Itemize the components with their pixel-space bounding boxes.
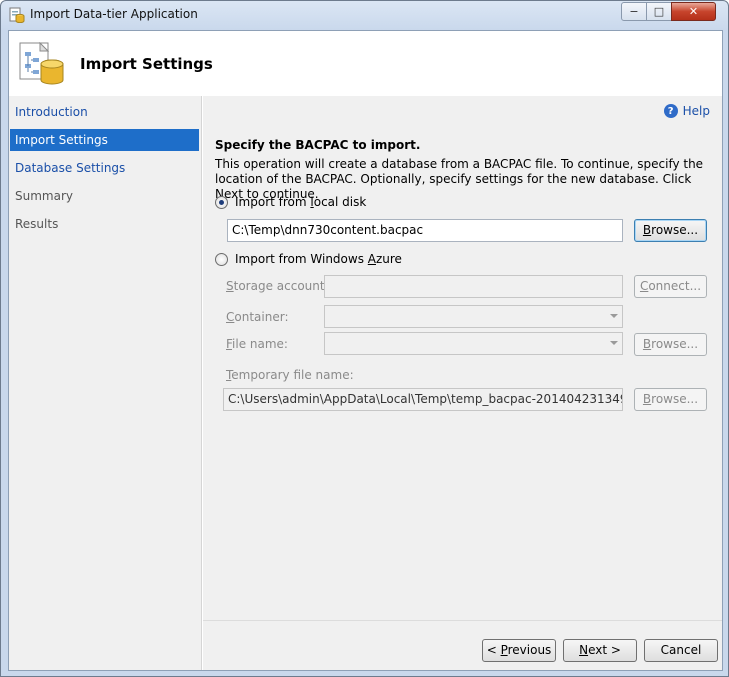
container-dropdown — [324, 305, 623, 328]
title-bar[interactable]: Import Data-tier Application − □ ✕ — [1, 1, 728, 29]
help-label: Help — [682, 104, 710, 118]
windows-azure-radio[interactable] — [215, 252, 228, 266]
maximize-icon: □ — [653, 5, 665, 18]
maximize-button[interactable]: □ — [646, 2, 672, 21]
help-link[interactable]: ? Help — [663, 104, 710, 118]
close-button[interactable]: ✕ — [671, 2, 716, 21]
import-dialog-window: Import Data-tier Application − □ ✕ Impor… — [0, 0, 729, 677]
nav-item-summary: Summary — [15, 189, 73, 203]
windows-azure-label: Import from Windows Azure — [235, 252, 402, 266]
cancel-button[interactable]: Cancel — [644, 639, 718, 662]
page-header: Import Settings — [9, 31, 722, 96]
app-icon — [9, 7, 25, 23]
local-disk-label: Import from local disk — [235, 195, 367, 209]
minimize-icon: − — [629, 5, 639, 18]
import-settings-panel: ? Help Specify the BACPAC to import. Thi… — [203, 96, 722, 620]
nav-item-introduction[interactable]: Introduction — [10, 101, 199, 123]
file-name-browse-button: Browse... — [634, 333, 707, 356]
connect-button: Connect... — [634, 275, 707, 298]
file-name-label: File name: — [226, 337, 288, 351]
file-name-dropdown — [324, 332, 623, 355]
temporary-file-name-input: C:\Users\admin\AppData\Local\Temp\temp_b… — [223, 388, 623, 411]
page-title: Import Settings — [80, 55, 213, 73]
nav-item-database-settings[interactable]: Database Settings — [10, 157, 199, 179]
storage-account-input — [324, 275, 623, 298]
dialog-client-area: Import Settings Introduction Import Sett… — [8, 30, 723, 671]
section-heading: Specify the BACPAC to import. — [215, 138, 421, 152]
local-path-input[interactable]: C:\Temp\dnn730content.bacpac — [227, 219, 623, 242]
local-disk-radio[interactable] — [215, 195, 228, 209]
window-title: Import Data-tier Application — [30, 7, 198, 21]
temp-browse-button: Browse... — [634, 388, 707, 411]
nav-item-results: Results — [15, 217, 59, 231]
close-icon: ✕ — [688, 5, 699, 18]
nav-item-import-settings[interactable]: Import Settings — [10, 129, 199, 151]
container-label: Container: — [226, 310, 289, 324]
bacpac-import-icon — [19, 42, 64, 85]
storage-account-label: Storage account: — [226, 279, 329, 293]
next-button[interactable]: Next > — [563, 639, 637, 662]
import-windows-azure-option[interactable]: Import from Windows Azure — [215, 252, 402, 266]
chevron-down-icon — [610, 314, 618, 318]
help-icon: ? — [663, 104, 678, 118]
wizard-footer: < Previous Next > Cancel — [203, 620, 722, 670]
previous-button[interactable]: < Previous — [482, 639, 556, 662]
wizard-navigation: Introduction Import Settings Database Se… — [9, 96, 202, 670]
chevron-down-icon — [610, 341, 618, 345]
import-local-disk-option[interactable]: Import from local disk — [215, 195, 366, 209]
temporary-file-name-label: Temporary file name: — [226, 368, 354, 382]
minimize-button[interactable]: − — [621, 2, 647, 21]
local-browse-button[interactable]: Browse... — [634, 219, 707, 242]
